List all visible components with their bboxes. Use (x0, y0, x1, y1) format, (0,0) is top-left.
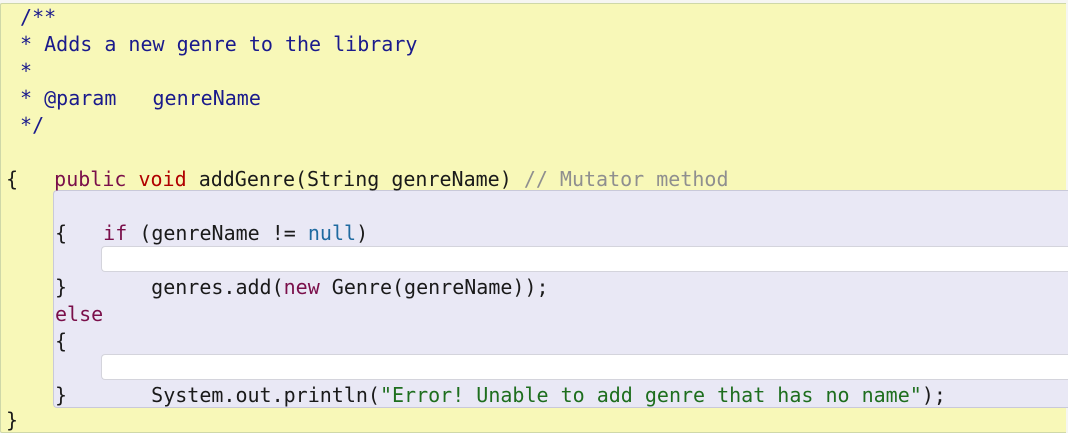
if-condition-line: if (genreName != null) (55, 193, 368, 245)
javadoc-param-line: * @param genreName (8, 86, 261, 110)
javadoc-description-line: * Adds a new genre to the library (8, 32, 418, 56)
if-body-statement: genres.add(new Genre(genreName)); (103, 247, 548, 299)
genres-add-call: genres.add( (151, 275, 284, 299)
else-brace-close: } (55, 383, 68, 407)
keyword-if: if (103, 221, 128, 245)
if-brace-close: } (55, 275, 68, 299)
if-brace-open: { (55, 221, 68, 245)
method-signature-line: public void addGenre(String genreName) /… (6, 139, 728, 191)
javadoc-open-line: /** (8, 5, 57, 29)
javadoc-blank-line: * (8, 59, 33, 83)
else-body-statement: System.out.println("Error! Unable to add… (103, 355, 946, 407)
method-brace-open: { (6, 167, 19, 191)
javadoc-close-line: */ (8, 113, 45, 137)
keyword-public: public (54, 167, 127, 191)
keyword-void: void (138, 167, 187, 191)
inline-comment: // Mutator method (523, 167, 729, 191)
if-condition-end: ) (356, 221, 369, 245)
println-call: System.out.println( (151, 383, 380, 407)
keyword-else: else (55, 302, 104, 326)
if-condition-start: (genreName != (139, 221, 308, 245)
println-call-end: ); (921, 383, 946, 407)
method-brace-close: } (6, 408, 19, 432)
keyword-null: null (307, 221, 357, 245)
error-string-literal: "Error! Unable to add genre that has no … (379, 383, 922, 407)
code-editor[interactable]: /** * Adds a new genre to the library * … (0, 0, 1068, 433)
else-brace-open: { (55, 329, 68, 353)
method-declaration: addGenre(String genreName) (198, 167, 512, 191)
genre-constructor-call: Genre(genreName)); (319, 275, 549, 299)
keyword-new: new (283, 275, 320, 299)
